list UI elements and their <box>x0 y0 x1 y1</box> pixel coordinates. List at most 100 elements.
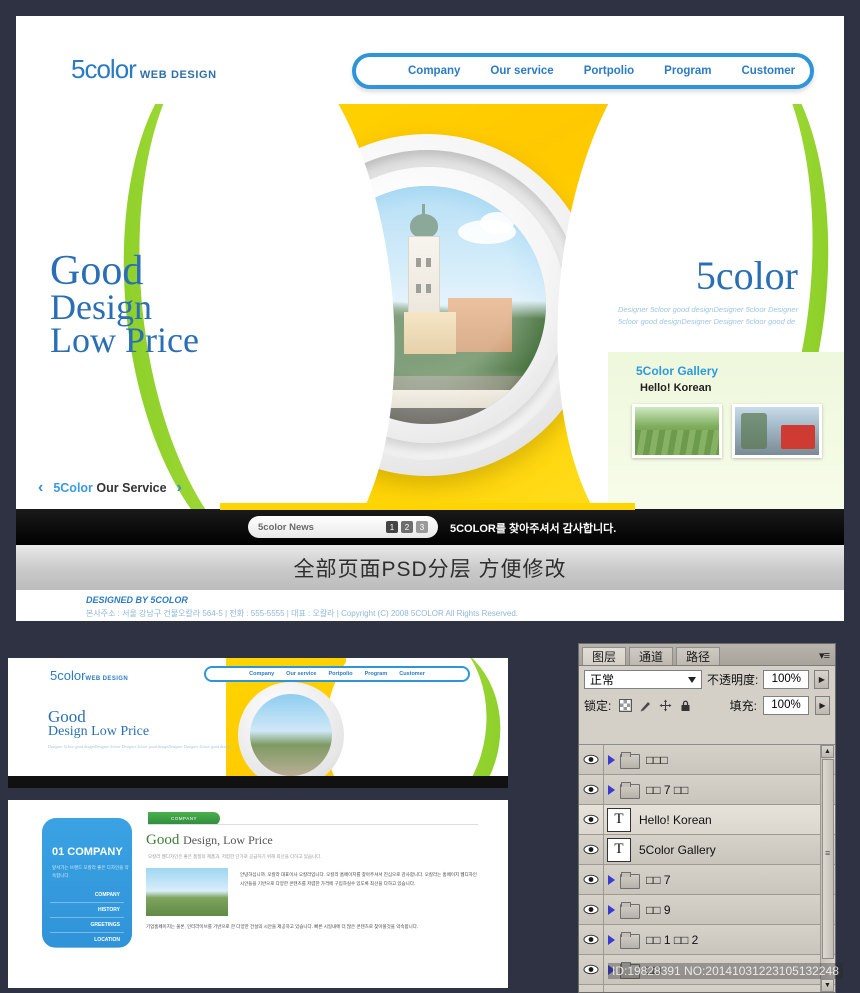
thumb1-headline-good: Good <box>48 707 86 726</box>
layer-row[interactable]: □□□ <box>579 745 835 775</box>
watermark-char-1: 昵 <box>8 958 38 982</box>
thumb1-black-bar <box>8 776 508 788</box>
thumb1-photo <box>250 694 332 776</box>
gallery-widget: 5Color Gallery Hello! Korean <box>608 352 844 509</box>
folder-icon <box>620 782 640 799</box>
fill-input[interactable]: 100% <box>763 695 809 715</box>
layer-name: Hello! Korean <box>639 812 712 827</box>
gallery-title: 5Color Gallery <box>636 364 719 378</box>
photo-clock-tower <box>404 204 444 332</box>
expand-triangle-icon[interactable] <box>604 754 618 765</box>
thumb2-card-subtitle: 앞서가는 브랜드 오칼라 좋은 디자인을 약속합니다. <box>52 865 129 878</box>
thumb2-menu-history[interactable]: HISTORY <box>50 903 124 918</box>
fill-label: 填充: <box>729 698 757 713</box>
tower-spire <box>422 204 425 216</box>
nav-item-our-service[interactable]: Our service <box>490 65 553 77</box>
gallery-thumb-garden[interactable] <box>632 404 722 458</box>
scroll-up-button[interactable]: ▲ <box>821 745 834 758</box>
layer-visibility-toggle[interactable] <box>579 895 604 924</box>
thumb1-nav-2: Portpolio <box>328 671 353 677</box>
layer-visibility-toggle[interactable] <box>579 925 604 954</box>
template-header: 5color WEB DESIGN Company Our service Por… <box>16 16 844 104</box>
layer-visibility-toggle[interactable] <box>579 775 604 804</box>
layer-visibility-toggle[interactable] <box>579 985 604 992</box>
folder-icon <box>620 872 640 889</box>
thumb2-menu-greetings[interactable]: GREETINGS <box>50 918 124 933</box>
scrollbar-thumb[interactable] <box>822 759 834 959</box>
layer-row[interactable]: T 5Color Gallery <box>579 835 835 865</box>
lock-transparency-icon[interactable] <box>619 698 633 712</box>
layer-visibility-toggle[interactable] <box>579 835 604 864</box>
thumb1-logo-main: 5color <box>50 668 86 683</box>
blend-mode-select[interactable]: 正常 <box>584 669 702 689</box>
thumb2-menu-company[interactable]: COMPANY <box>50 888 124 903</box>
scroll-down-button[interactable]: ▼ <box>821 979 834 992</box>
hero-section: Good Design Low Price ‹ 5Color Our Servi… <box>16 104 844 509</box>
site-logo[interactable]: 5color WEB DESIGN <box>71 54 217 85</box>
news-pill[interactable]: 5color News 1 2 3 <box>248 516 438 538</box>
expand-triangle-icon[interactable] <box>604 934 618 945</box>
photo-building <box>404 312 456 354</box>
tab-paths[interactable]: 路径 <box>676 647 721 665</box>
folder-icon <box>620 902 640 919</box>
news-page-2[interactable]: 2 <box>401 521 413 533</box>
service-widget: ‹ 5Color Our Service › 사업영역 사업실적 사업소개 사업… <box>38 479 228 509</box>
image-id-watermark: ID:19828391 NO:20141031223105132248 <box>608 963 843 979</box>
preview-thumbnail-main-page[interactable]: 5colorWEB DESIGN Company Our service Por… <box>8 658 508 788</box>
panel-menu-icon[interactable]: ▾≡ <box>819 649 830 662</box>
prev-arrow-icon[interactable]: ‹ <box>38 479 43 497</box>
tower-window <box>426 258 431 267</box>
nav-item-program[interactable]: Program <box>664 65 711 77</box>
layer-visibility-toggle[interactable] <box>579 745 604 774</box>
layer-row[interactable]: □□ <box>579 985 835 992</box>
blend-mode-value: 正常 <box>590 672 615 687</box>
footer-info: 본사주소 : 서울 강남구 건물오칼라 564-5 | 전화 : 555-555… <box>86 609 519 618</box>
thumb2-menu-location[interactable]: LOCATION <box>50 933 124 948</box>
news-page-3[interactable]: 3 <box>416 521 428 533</box>
layer-visibility-toggle[interactable] <box>579 955 604 984</box>
expand-triangle-icon[interactable] <box>604 874 618 885</box>
opacity-stepper[interactable]: ▶ <box>814 669 830 689</box>
lock-all-icon[interactable] <box>679 699 692 712</box>
layers-scrollbar[interactable]: ▲ ▼ <box>820 745 834 992</box>
next-arrow-icon[interactable]: › <box>177 479 182 497</box>
news-message: 5COLOR를 찾아주셔서 감사합니다. <box>450 523 617 535</box>
yellow-cap-strip <box>220 503 635 510</box>
layer-visibility-toggle[interactable] <box>579 865 604 894</box>
lock-position-icon[interactable] <box>659 699 672 712</box>
psd-promo-banner: 全部页面PSD分层 方便修改 <box>16 545 844 590</box>
nav-item-portpolio[interactable]: Portpolio <box>584 65 634 77</box>
template-footer: DESIGNED BY 5COLOR 본사주소 : 서울 강남구 건물오칼라 5… <box>16 590 844 621</box>
gallery-thumb-street[interactable] <box>732 404 822 458</box>
fill-stepper[interactable]: ▶ <box>815 695 830 715</box>
eye-icon <box>583 784 599 795</box>
layers-list: □□□ □□ 7 □□ T Hello! Korean T 5Color Gal… <box>579 744 835 992</box>
thumb1-headline: Good Design Low Price Designer 5cloor go… <box>48 708 230 750</box>
tab-layers[interactable]: 图层 <box>582 647 627 665</box>
nav-item-customer[interactable]: Customer <box>741 65 795 77</box>
logo-sub-text: WEB DESIGN <box>139 69 217 81</box>
folder-icon <box>620 932 640 949</box>
news-page-1[interactable]: 1 <box>386 521 398 533</box>
headline-line-3: Low Price <box>50 319 199 360</box>
expand-triangle-icon[interactable] <box>604 904 618 915</box>
layer-row[interactable]: □□ 7 □□ <box>579 775 835 805</box>
photo-cloud <box>480 212 514 234</box>
lock-icon-group <box>619 698 692 712</box>
screenshot-root: 5color WEB DESIGN Company Our service Por… <box>0 0 860 993</box>
nav-item-company[interactable]: Company <box>408 65 460 77</box>
eye-icon <box>583 874 599 885</box>
layer-row[interactable]: □□ 7 <box>579 865 835 895</box>
layer-row[interactable]: □□ 1 □□ 2 <box>579 925 835 955</box>
tab-channels[interactable]: 通道 <box>629 647 674 665</box>
layer-row[interactable]: □□ 9 <box>579 895 835 925</box>
right-brand-description: Designer 5cloor good designDesigner 5clo… <box>618 304 824 327</box>
layer-visibility-toggle[interactable] <box>579 805 604 834</box>
news-label: 5color News <box>258 521 314 533</box>
layer-row-selected[interactable]: T Hello! Korean <box>579 805 835 835</box>
lock-image-icon[interactable] <box>639 699 652 712</box>
expand-triangle-icon[interactable] <box>604 784 618 795</box>
photoshop-layers-panel: 图层 通道 路径 ▾≡ 正常 不透明度: 100% ▶ 锁定: 填充: 100%… <box>578 643 836 993</box>
opacity-input[interactable]: 100% <box>763 669 810 689</box>
psd-promo-text: 全部页面PSD分层 方便修改 <box>293 557 567 581</box>
